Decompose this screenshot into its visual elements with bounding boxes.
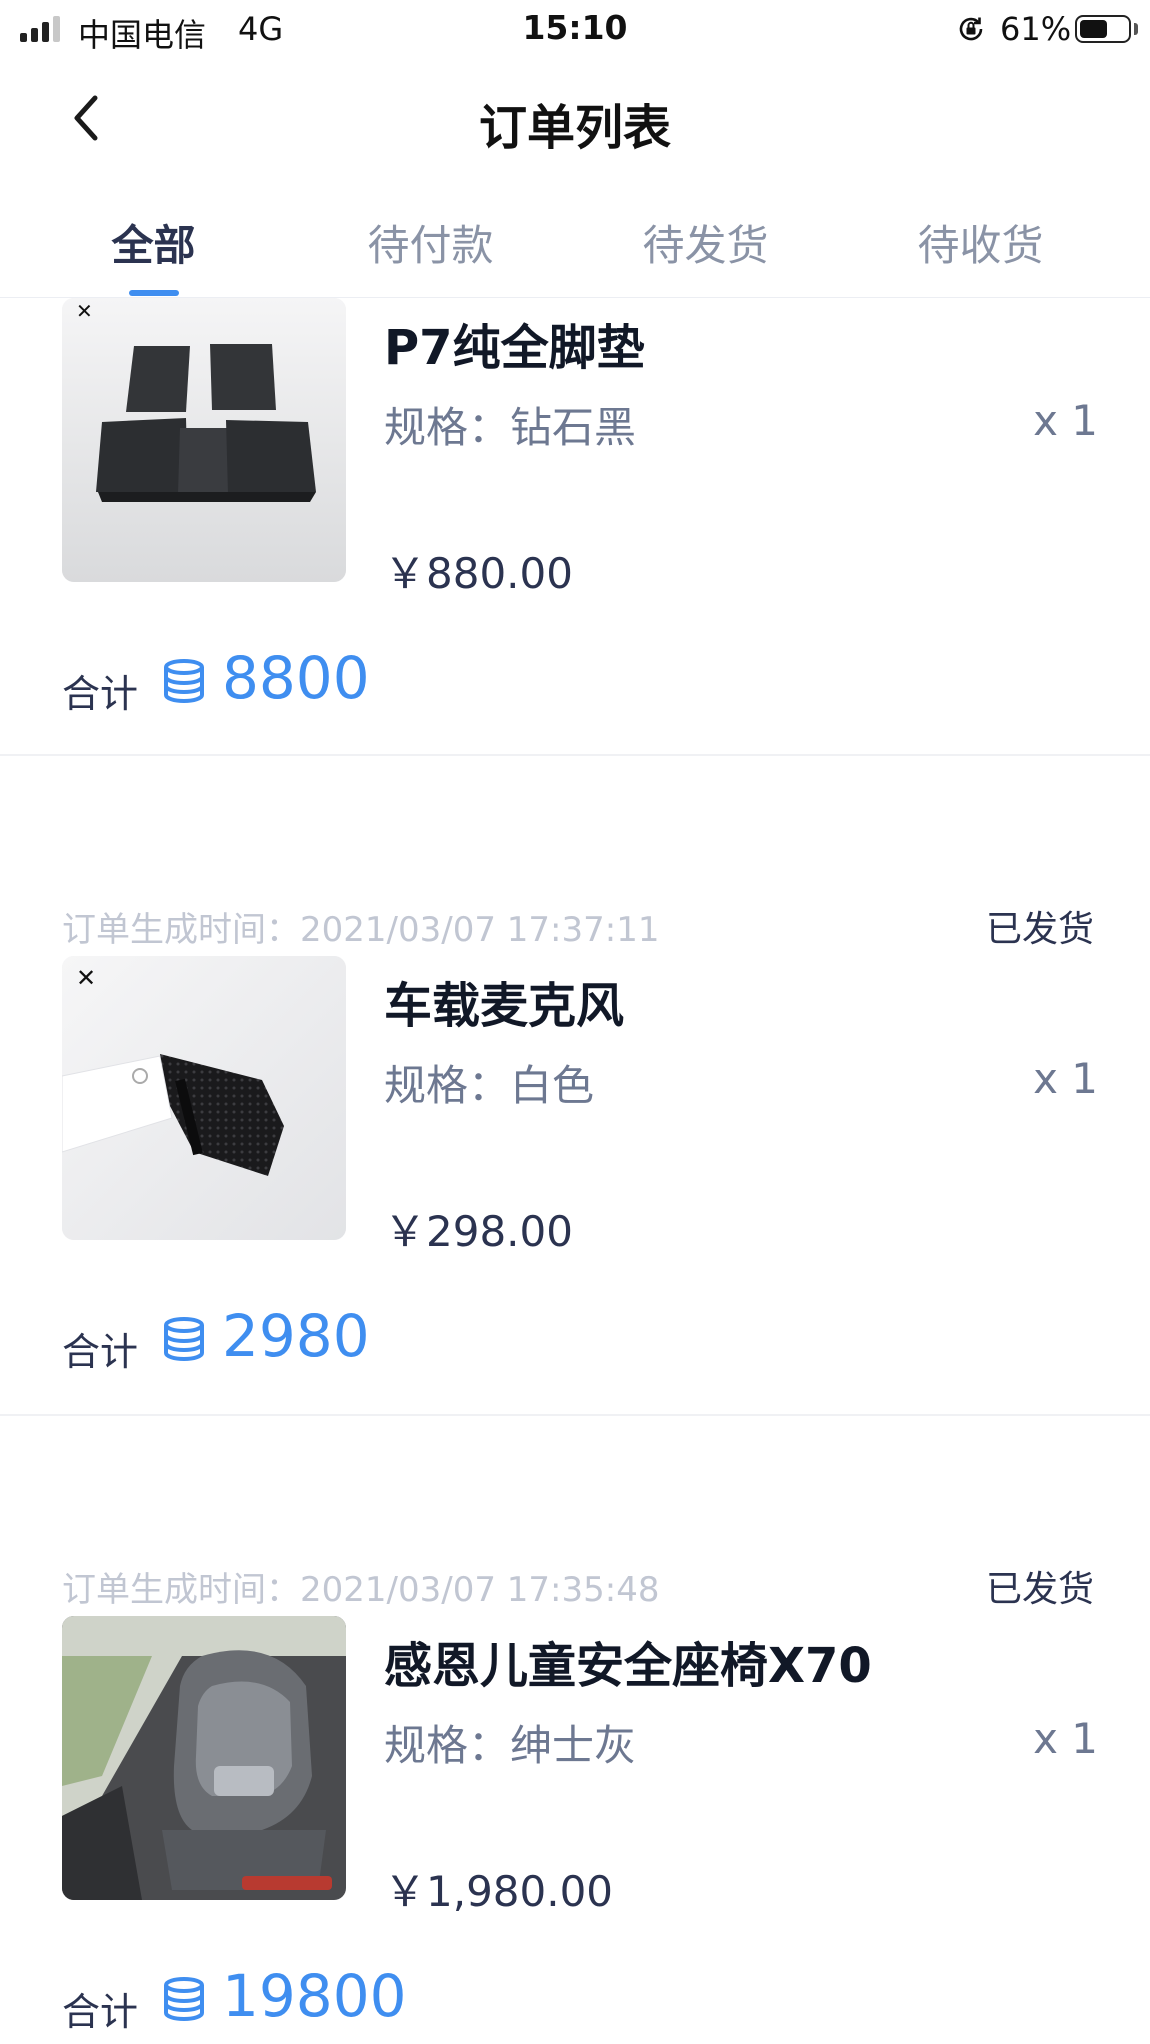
battery-cap	[1134, 23, 1138, 35]
battery-icon	[1075, 15, 1131, 43]
order-list[interactable]: ✕ P7纯全脚垫 规格：钻石黑 x 1 ￥880.00 合计 8800 订单生成…	[0, 298, 1150, 2044]
tab-pending-shipment[interactable]: 待发货	[562, 178, 849, 296]
coin-stack-icon	[164, 659, 204, 703]
product-name: P7纯全脚垫	[384, 320, 645, 376]
battery-percent: 61%	[1000, 10, 1072, 48]
product-quantity: x 1	[1033, 396, 1098, 445]
nav-bar: 订单列表	[0, 58, 1150, 178]
product-name: 车载麦克风	[384, 978, 625, 1034]
order-status: 已发货	[985, 909, 1094, 950]
tab-pending-payment[interactable]: 待付款	[287, 178, 574, 296]
svg-text:✕: ✕	[76, 299, 93, 323]
order-divider	[0, 754, 1150, 756]
spec-label: 规格：	[384, 1061, 511, 1110]
product-price: ￥1,980.00	[384, 1867, 614, 1916]
product-price: ￥880.00	[384, 549, 573, 598]
spec-value: 白色	[510, 1061, 595, 1110]
order-time-value: 2021/03/07 17:35:48	[300, 1570, 660, 1610]
product-quantity: x 1	[1033, 1714, 1098, 1763]
tab-label: 待收货	[917, 221, 1044, 270]
tab-pending-receipt[interactable]: 待收货	[837, 178, 1124, 296]
spec-value: 钻石黑	[510, 403, 637, 452]
product-price: ￥298.00	[384, 1207, 573, 1256]
order-card[interactable]: ✕ P7纯全脚垫 规格：钻石黑 x 1 ￥880.00 合计 8800	[0, 298, 1150, 808]
tab-all[interactable]: 全部	[10, 178, 297, 296]
product-quantity: x 1	[1033, 1054, 1098, 1103]
car-microphone-image: ✕	[62, 956, 346, 1240]
order-time: 订单生成时间：2021/03/07 17:35:48	[62, 1562, 659, 1611]
total-label: 合计	[62, 1330, 139, 1374]
spec-value: 绅士灰	[510, 1721, 637, 1770]
order-status: 已发货	[985, 1569, 1094, 1610]
svg-text:✕: ✕	[76, 964, 96, 992]
tab-bar: 全部 待付款 待发货 待收货	[0, 178, 1150, 298]
order-time-value: 2021/03/07 17:37:11	[300, 910, 660, 950]
page-title: 订单列表	[478, 100, 671, 156]
order-list-screen: 中国电信 4G 15:10 61% 订单列表 全部 待付款 待发货 待收货 ✕ …	[0, 0, 1150, 2044]
coin-stack-icon	[164, 1317, 204, 1361]
total-value: 19800	[222, 1962, 407, 2030]
order-time-label: 订单生成时间：	[62, 1570, 300, 1610]
car-floor-mat-image: ✕	[62, 298, 346, 582]
product-spec: 规格：钻石黑	[384, 394, 636, 455]
tab-label: 待发货	[642, 221, 769, 270]
product-name: 感恩儿童安全座椅X70	[384, 1638, 872, 1694]
child-safety-seat-image	[62, 1616, 346, 1900]
total-value: 2980	[222, 1302, 370, 1370]
coin-stack-icon	[164, 1977, 204, 2021]
product-spec: 规格：绅士灰	[384, 1712, 636, 1773]
tab-label: 待付款	[367, 221, 494, 270]
total-label: 合计	[62, 1990, 139, 2034]
status-bar: 中国电信 4G 15:10 61%	[0, 0, 1150, 58]
order-card[interactable]: 订单生成时间：2021/03/07 17:35:48 已发货 感恩儿童安全座椅X…	[0, 1466, 1150, 2044]
order-card[interactable]: 订单生成时间：2021/03/07 17:37:11 已发货 ✕ 车载麦克风 规…	[0, 806, 1150, 1466]
rotation-lock-icon	[959, 17, 983, 41]
order-time: 订单生成时间：2021/03/07 17:37:11	[62, 902, 659, 951]
spec-label: 规格：	[384, 1721, 511, 1770]
product-spec: 规格：白色	[384, 1052, 594, 1113]
total-label: 合计	[62, 672, 139, 716]
active-tab-indicator	[129, 290, 179, 296]
spec-label: 规格：	[384, 403, 511, 452]
order-time-label: 订单生成时间：	[62, 910, 300, 950]
order-divider	[0, 1414, 1150, 1416]
total-value: 8800	[222, 644, 370, 712]
tab-label: 全部	[111, 221, 196, 270]
